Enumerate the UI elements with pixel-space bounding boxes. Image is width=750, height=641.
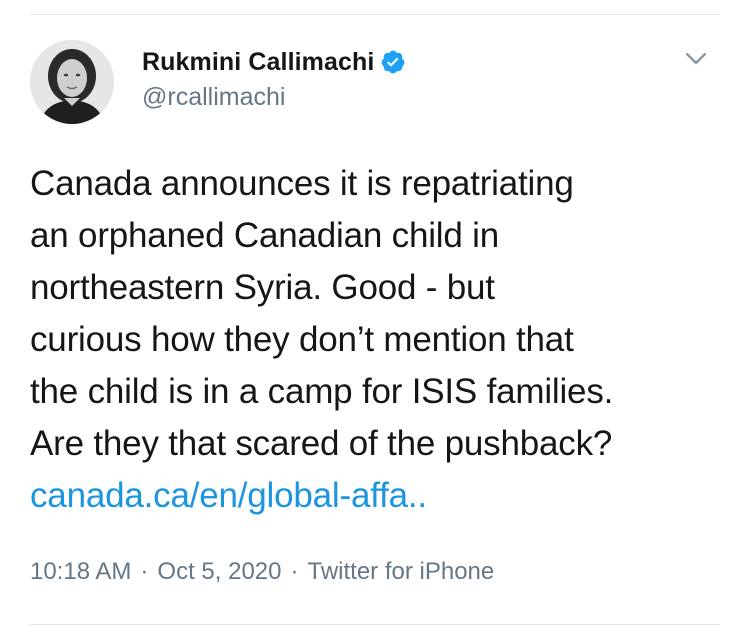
tweet-text-line: curious how they don’t mention that: [30, 320, 574, 359]
meta-separator: ·: [290, 558, 299, 585]
meta-separator: ·: [140, 558, 149, 585]
tweet-text-line: Are they that scared of the pushback?: [30, 424, 613, 463]
tweet-header: Rukmini Callimachi @rcallimachi: [30, 40, 720, 126]
avatar-photo-icon: [30, 40, 114, 124]
tweet-date[interactable]: Oct 5, 2020: [157, 558, 281, 585]
tweet-source[interactable]: Twitter for iPhone: [307, 558, 494, 585]
author-block: Rukmini Callimachi @rcallimachi: [142, 43, 406, 112]
tweet-text-line: an orphaned Canadian child in: [30, 216, 500, 255]
avatar[interactable]: [30, 40, 114, 124]
tweet-meta: 10:18 AM · Oct 5, 2020 · Twitter for iPhone: [30, 558, 494, 586]
tweet-link[interactable]: canada.ca/en/global-affa..: [30, 476, 427, 515]
bottom-divider: [30, 624, 720, 625]
tweet-text-line: northeastern Syria. Good - but: [30, 268, 495, 307]
tweet-text-line: Canada announces it is repatriating: [30, 164, 574, 203]
author-display-name[interactable]: Rukmini Callimachi: [142, 48, 374, 77]
tweet-text: Canada announces it is repatriating an o…: [30, 158, 730, 522]
name-row: Rukmini Callimachi: [142, 43, 406, 81]
verified-badge-icon: [380, 49, 406, 75]
tweet-card: Rukmini Callimachi @rcallimachi Canada a…: [0, 0, 750, 641]
tweet-time[interactable]: 10:18 AM: [30, 558, 131, 585]
author-handle[interactable]: @rcallimachi: [142, 83, 406, 112]
tweet-text-line: the child is in a camp for ISIS families…: [30, 372, 614, 411]
chevron-down-icon[interactable]: [682, 44, 710, 72]
